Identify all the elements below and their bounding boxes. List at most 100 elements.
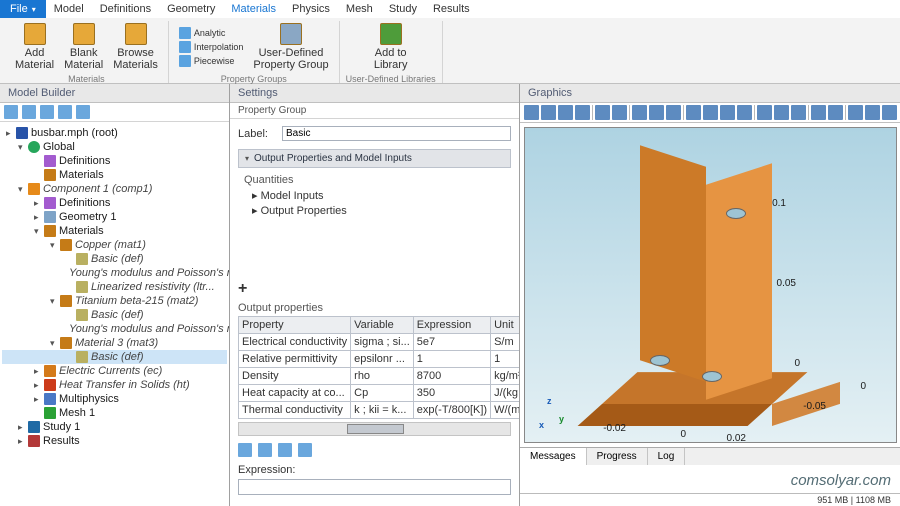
hole-b2 [650,355,670,366]
tab-messages[interactable]: Messages [520,448,587,465]
tree-titanium[interactable]: ▾Titanium beta-215 (mat2) [2,294,227,308]
moveup-icon[interactable] [238,443,252,457]
movedown-icon[interactable] [258,443,272,457]
model-tree[interactable]: ▸busbar.mph (root) ▾Global Definitions M… [0,122,229,506]
view-yz-icon[interactable] [649,105,664,120]
table-row[interactable]: Electrical conductivitysigma ; si...5e7S… [239,334,520,351]
tree-global-mats[interactable]: Materials [2,168,227,182]
table-scrollbar[interactable] [238,422,511,436]
file-menu[interactable]: File [0,0,46,18]
show-icon[interactable] [40,105,54,119]
tree-materials[interactable]: ▾Materials [2,224,227,238]
graphics-canvas[interactable]: 0.1 0.05 0 -0.02 0 0.02 -0.05 0 x y z [524,127,897,443]
analytic-button[interactable]: Analytic [175,26,248,40]
transparency-icon[interactable] [757,105,772,120]
tab-progress[interactable]: Progress [587,448,648,465]
expand-icon[interactable] [76,105,90,119]
table-row[interactable]: Heat capacity at co...Cp350J/(kg·K)1x1 [239,385,520,402]
menu-materials[interactable]: Materials [223,1,284,17]
deselect-icon[interactable] [720,105,735,120]
properties-table[interactable]: PropertyVariableExpressionUnitSiz Electr… [238,316,519,419]
select-icon[interactable] [686,105,701,120]
hide-icon[interactable] [737,105,752,120]
print-icon[interactable] [828,105,843,120]
rotate-icon[interactable] [595,105,610,120]
view-xy-icon[interactable] [632,105,647,120]
interpolation-button[interactable]: Interpolation [175,40,248,54]
tree-copper-linres[interactable]: Linearized resistivity (ltr... [2,280,227,294]
add-library-button[interactable]: Add toLibrary [370,21,412,73]
axis-label: 0.02 [727,433,746,443]
tree-study[interactable]: ▸Study 1 [2,420,227,434]
settings-panel: Settings Property Group Label: Output Pr… [230,84,520,506]
tree-tib-young[interactable]: Young's modulus and Poisson's ratio (E..… [2,322,227,336]
output-props-node[interactable]: ▸ Output Properties [252,203,511,218]
edit-icon[interactable] [298,443,312,457]
tree-multi[interactable]: ▸Multiphysics [2,392,227,406]
axis-triad: x y z [531,396,571,436]
view-xz-icon[interactable] [666,105,681,120]
tree-component[interactable]: ▾Component 1 (comp1) [2,182,227,196]
menu-mesh[interactable]: Mesh [338,1,381,17]
graphics-toolbar [520,103,900,123]
tree-comp-defs[interactable]: ▸Definitions [2,196,227,210]
pan-icon[interactable] [612,105,627,120]
wireframe-icon[interactable] [774,105,789,120]
tree-ec[interactable]: ▸Electric Currents (ec) [2,364,227,378]
piecewise-button[interactable]: Piecewise [175,54,248,68]
tree-geometry[interactable]: ▸Geometry 1 [2,210,227,224]
camera-icon[interactable] [848,105,863,120]
section-output[interactable]: Output Properties and Model Inputs [238,149,511,168]
add-button[interactable]: + [238,278,511,300]
label-field[interactable] [282,126,511,141]
status-bar: 951 MB | 1108 MB [520,493,900,506]
tree-copper[interactable]: ▾Copper (mat1) [2,238,227,252]
tree-global-defs[interactable]: Definitions [2,154,227,168]
tree-mat3-basic[interactable]: Basic (def) [2,350,227,364]
menu-study[interactable]: Study [381,1,425,17]
blank-material-button[interactable]: BlankMaterial [60,21,107,73]
delete-icon[interactable] [278,443,292,457]
tab-log[interactable]: Log [648,448,686,465]
tree-global[interactable]: ▾Global [2,140,227,154]
snapshot-icon[interactable] [811,105,826,120]
menu-physics[interactable]: Physics [284,1,338,17]
menu-results[interactable]: Results [425,1,478,17]
browse-materials-button[interactable]: BrowseMaterials [109,21,162,73]
expression-field[interactable] [238,479,511,495]
zoom-in-icon[interactable] [541,105,556,120]
expression-label: Expression: [238,464,295,476]
tree-mesh[interactable]: Mesh 1 [2,406,227,420]
menubar: File Model Definitions Geometry Material… [0,0,900,18]
graphics-panel: Graphics [520,84,900,506]
axis-icon[interactable] [865,105,880,120]
table-row[interactable]: Densityrho8700kg/m³1x1 [239,368,520,385]
grid-icon[interactable] [882,105,897,120]
menu-geometry[interactable]: Geometry [159,1,223,17]
table-row[interactable]: Relative permittivityepsilonr ...113x3 [239,351,520,368]
tree-copper-basic[interactable]: Basic (def) [2,252,227,266]
tree-copper-young[interactable]: Young's modulus and Poisson's ratio (E..… [2,266,227,280]
userdef-propgroup-button[interactable]: User-DefinedProperty Group [249,21,332,73]
tree-root[interactable]: ▸busbar.mph (root) [2,126,227,140]
nav-fwd-icon[interactable] [22,105,36,119]
tree-material3[interactable]: ▾Material 3 (mat3) [2,336,227,350]
axis-label: 0 [680,429,686,440]
menu-model[interactable]: Model [46,1,92,17]
lighting-icon[interactable] [791,105,806,120]
tree-tib-basic[interactable]: Basic (def) [2,308,227,322]
nav-back-icon[interactable] [4,105,18,119]
model-inputs-node[interactable]: ▸ Model Inputs [252,188,511,203]
collapse-icon[interactable] [58,105,72,119]
zoom-box-icon[interactable] [575,105,590,120]
tree-results[interactable]: ▸Results [2,434,227,448]
model-builder-toolbar [0,103,229,122]
menu-definitions[interactable]: Definitions [92,1,159,17]
model-builder-panel: Model Builder ▸busbar.mph (root) ▾Global… [0,84,230,506]
select-box-icon[interactable] [703,105,718,120]
add-material-button[interactable]: AddMaterial [11,21,58,73]
table-row[interactable]: Thermal conductivityk ; kii = k...exp(-T… [239,402,520,419]
zoom-extents-icon[interactable] [524,105,539,120]
zoom-out-icon[interactable] [558,105,573,120]
tree-heat[interactable]: ▸Heat Transfer in Solids (ht) [2,378,227,392]
